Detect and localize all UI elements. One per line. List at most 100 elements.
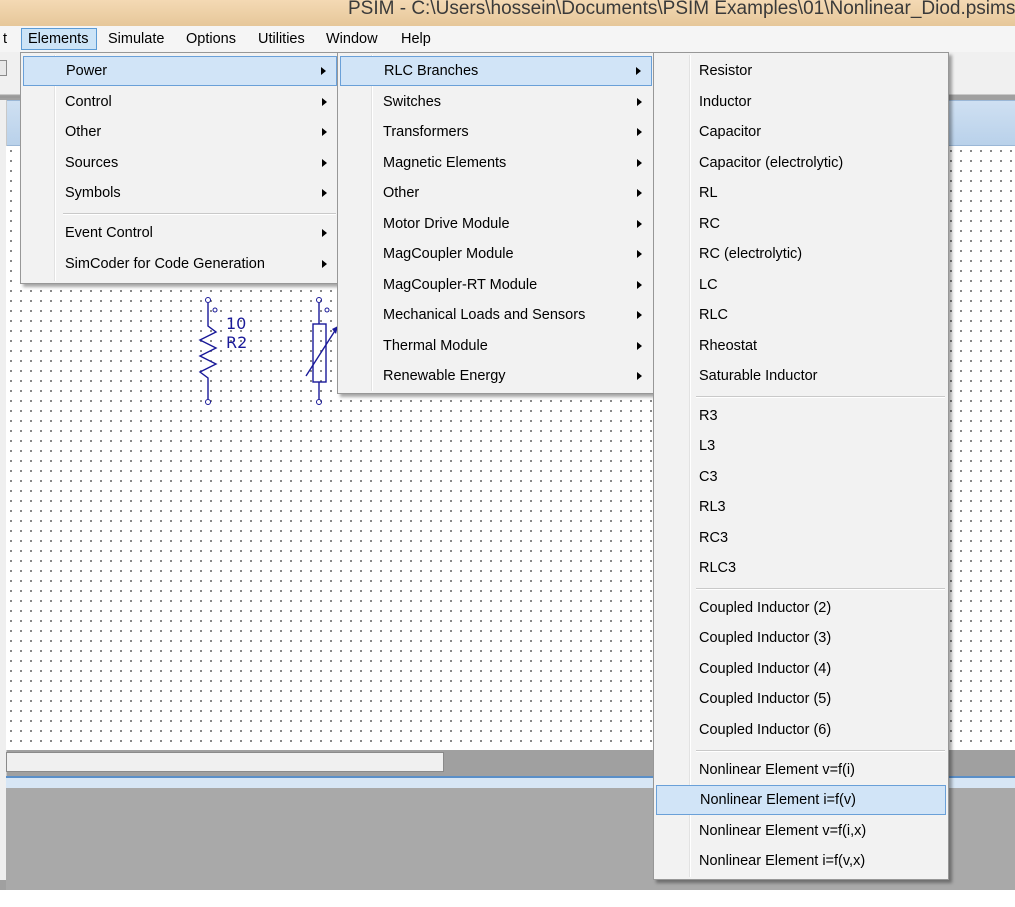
- menu-item-switches[interactable]: Switches: [340, 87, 652, 117]
- menu-item-control[interactable]: Control: [23, 87, 337, 117]
- menu-utilities[interactable]: Utilities: [252, 28, 311, 50]
- submenu-arrow-icon: [322, 189, 327, 197]
- menu-item-label: Nonlinear Element v=f(i,x): [699, 823, 867, 839]
- submenu-arrow-icon: [637, 189, 642, 197]
- menu-item-label: Coupled Inductor (2): [699, 600, 832, 616]
- menu-options[interactable]: Options: [180, 28, 242, 50]
- menu-item-rc[interactable]: RC: [656, 209, 946, 239]
- menu-item-rl3[interactable]: RL3: [656, 492, 946, 522]
- menu-item-label: Rheostat: [699, 338, 758, 354]
- menu-item-thermal-module[interactable]: Thermal Module: [340, 331, 652, 361]
- menu-item-label: Coupled Inductor (4): [699, 661, 832, 677]
- menu-item-nonlinear-v-f-ix[interactable]: Nonlinear Element v=f(i,x): [656, 816, 946, 846]
- menu-item-capacitor[interactable]: Capacitor: [656, 117, 946, 147]
- menu-item-inductor[interactable]: Inductor: [656, 87, 946, 117]
- menu-item-coupled-inductor-4[interactable]: Coupled Inductor (4): [656, 654, 946, 684]
- menu-item-label: LC: [699, 277, 718, 293]
- menu-item-lc[interactable]: LC: [656, 270, 946, 300]
- menu-item-magcoupler-rt[interactable]: MagCoupler-RT Module: [340, 270, 652, 300]
- menu-item-motor-drive[interactable]: Motor Drive Module: [340, 209, 652, 239]
- menu-item-rl[interactable]: RL: [656, 178, 946, 208]
- menu-item-label: Event Control: [65, 225, 153, 241]
- menu-item-label: Symbols: [65, 185, 121, 201]
- menu-item-coupled-inductor-3[interactable]: Coupled Inductor (3): [656, 623, 946, 653]
- menu-item-label: RL: [699, 185, 718, 201]
- menu-item-l3[interactable]: L3: [656, 431, 946, 461]
- menu-item-rlc-branches[interactable]: RLC Branches: [340, 56, 652, 86]
- submenu-arrow-icon: [637, 98, 642, 106]
- menu-separator: [696, 750, 945, 752]
- menu-item-event-control[interactable]: Event Control: [23, 218, 337, 248]
- menu-item-capacitor-electrolytic[interactable]: Capacitor (electrolytic): [656, 148, 946, 178]
- window-title: PSIM - C:\Users\hossein\Documents\PSIM E…: [348, 0, 1015, 19]
- menu-item-label: RC3: [699, 530, 729, 546]
- menu-item-nonlinear-i-f-v[interactable]: Nonlinear Element i=f(v): [656, 785, 946, 815]
- resistor-name: R2: [226, 333, 248, 352]
- menu-item-other[interactable]: Other: [340, 178, 652, 208]
- menu-window[interactable]: Window: [320, 28, 384, 50]
- menu-item-rheostat[interactable]: Rheostat: [656, 331, 946, 361]
- menu-separator: [696, 588, 945, 590]
- menu-item-sources[interactable]: Sources: [23, 148, 337, 178]
- elements-menu: Power Control Other Sources Symbols Even…: [20, 52, 340, 284]
- menu-item-label: Sources: [65, 155, 119, 171]
- menu-item-coupled-inductor-5[interactable]: Coupled Inductor (5): [656, 684, 946, 714]
- menu-item-label: C3: [699, 469, 718, 485]
- menu-item-nonlinear-i-f-vx[interactable]: Nonlinear Element i=f(v,x): [656, 846, 946, 876]
- menu-item-label: Mechanical Loads and Sensors: [383, 307, 586, 323]
- menu-help[interactable]: Help: [395, 28, 437, 50]
- menu-item-power[interactable]: Power: [23, 56, 337, 86]
- menu-item-resistor[interactable]: Resistor: [656, 56, 946, 86]
- menu-item-label: Nonlinear Element v=f(i): [699, 762, 855, 778]
- menu-item-label: Coupled Inductor (5): [699, 691, 832, 707]
- menu-item-rc-electrolytic[interactable]: RC (electrolytic): [656, 239, 946, 269]
- rlc-branches-submenu: Resistor Inductor Capacitor Capacitor (e…: [653, 52, 949, 880]
- submenu-arrow-icon: [636, 67, 641, 75]
- menu-item-label: RLC: [699, 307, 729, 323]
- menu-item-label: RC (electrolytic): [699, 246, 803, 262]
- menu-item-label: Capacitor: [699, 124, 762, 140]
- menu-item-mechanical-loads[interactable]: Mechanical Loads and Sensors: [340, 300, 652, 330]
- menu-item-label: L3: [699, 438, 716, 454]
- menu-item-label: Other: [383, 185, 420, 201]
- menu-item-label: Coupled Inductor (6): [699, 722, 832, 738]
- menu-item-symbols[interactable]: Symbols: [23, 178, 337, 208]
- title-bar: PSIM - C:\Users\hossein\Documents\PSIM E…: [0, 0, 1015, 26]
- menu-item-simcoder[interactable]: SimCoder for Code Generation: [23, 249, 337, 279]
- menu-item-saturable-inductor[interactable]: Saturable Inductor: [656, 361, 946, 391]
- menu-item-magcoupler[interactable]: MagCoupler Module: [340, 239, 652, 269]
- menu-item-other[interactable]: Other: [23, 117, 337, 147]
- menu-item-label: Coupled Inductor (3): [699, 630, 832, 646]
- menu-item-magnetic-elements[interactable]: Magnetic Elements: [340, 148, 652, 178]
- submenu-arrow-icon: [637, 281, 642, 289]
- menu-item-label: Capacitor (electrolytic): [699, 155, 844, 171]
- submenu-arrow-icon: [321, 67, 326, 75]
- menu-item-rlc[interactable]: RLC: [656, 300, 946, 330]
- resistor-value: 10: [226, 314, 247, 333]
- menu-item-coupled-inductor-6[interactable]: Coupled Inductor (6): [656, 715, 946, 745]
- resistor-icon[interactable]: [196, 296, 226, 406]
- menu-item-label: R3: [699, 408, 718, 424]
- menu-elements[interactable]: Elements: [21, 28, 97, 50]
- menu-separator: [63, 213, 336, 215]
- menu-item-renewable-energy[interactable]: Renewable Energy: [340, 361, 652, 391]
- menu-item-nonlinear-v-f-i[interactable]: Nonlinear Element v=f(i): [656, 755, 946, 785]
- menu-item-rc3[interactable]: RC3: [656, 523, 946, 553]
- power-submenu: RLC Branches Switches Transformers Magne…: [337, 52, 655, 394]
- menu-item-label: RLC Branches: [384, 63, 479, 79]
- menu-item-label: MagCoupler Module: [383, 246, 514, 262]
- menu-item-label: Transformers: [383, 124, 469, 140]
- horizontal-scrollbar[interactable]: [6, 752, 444, 772]
- menu-edit-partial[interactable]: t: [0, 28, 13, 50]
- menu-item-label: MagCoupler-RT Module: [383, 277, 538, 293]
- menu-item-label: Motor Drive Module: [383, 216, 510, 232]
- menu-item-rlc3[interactable]: RLC3: [656, 553, 946, 583]
- menu-item-r3[interactable]: R3: [656, 401, 946, 431]
- document-icon[interactable]: [0, 60, 7, 76]
- submenu-arrow-icon: [322, 229, 327, 237]
- menu-item-coupled-inductor-2[interactable]: Coupled Inductor (2): [656, 593, 946, 623]
- menu-item-c3[interactable]: C3: [656, 462, 946, 492]
- menu-simulate[interactable]: Simulate: [102, 28, 170, 50]
- submenu-arrow-icon: [322, 128, 327, 136]
- menu-item-transformers[interactable]: Transformers: [340, 117, 652, 147]
